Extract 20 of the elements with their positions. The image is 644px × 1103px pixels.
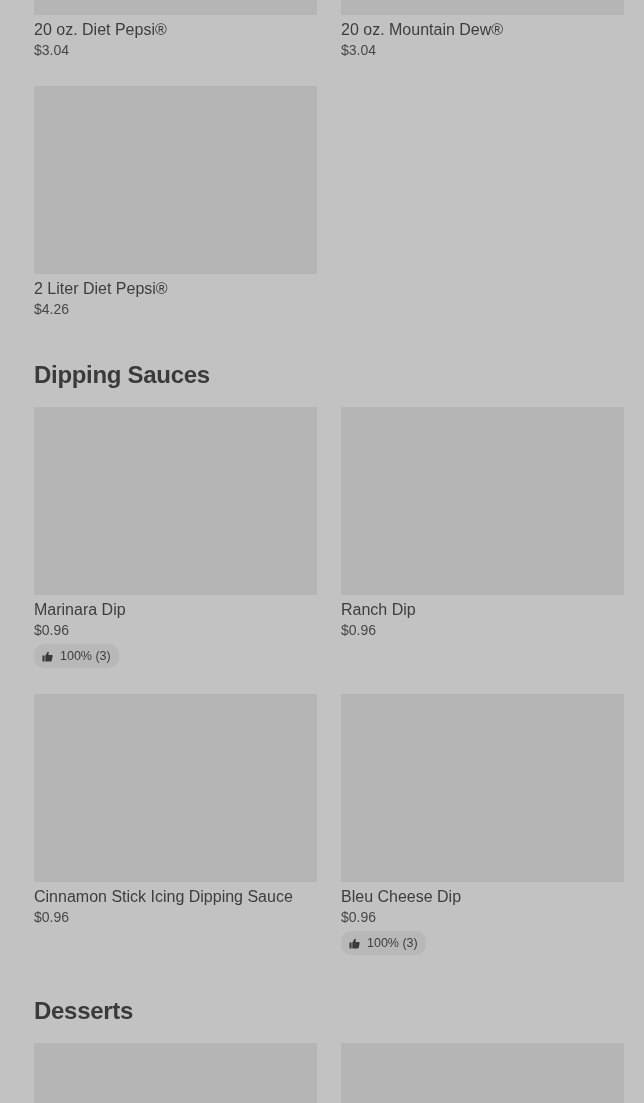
item-name[interactable]: Cinnamon Stick Icing Dipping Sauce [34,887,293,907]
item-price: $0.96 [341,621,377,640]
thumbs-up-icon [42,650,53,662]
item-price: $4.26 [34,300,70,319]
thumbs-up-icon [349,937,360,949]
item-name[interactable]: Marinara Dip [34,600,126,620]
rating-badge: 100% (3) [34,644,119,668]
item-name[interactable]: 20 oz. Diet Pepsi® [34,20,167,40]
item-name[interactable]: 20 oz. Mountain Dew® [341,20,504,40]
section-heading: Desserts [34,996,134,1026]
rating-badge: 100% (3) [341,931,426,955]
item-price: $3.04 [341,41,377,60]
item-name[interactable]: Ranch Dip [341,600,416,620]
item-price: $0.96 [341,908,377,927]
item-name[interactable]: Bleu Cheese Dip [341,887,462,907]
section-heading: Dipping Sauces [34,360,211,390]
item-name[interactable]: 2 Liter Diet Pepsi® [34,279,168,299]
item-price: $0.96 [34,908,70,927]
item-price: $0.96 [34,621,70,640]
item-price: $3.04 [34,41,70,60]
